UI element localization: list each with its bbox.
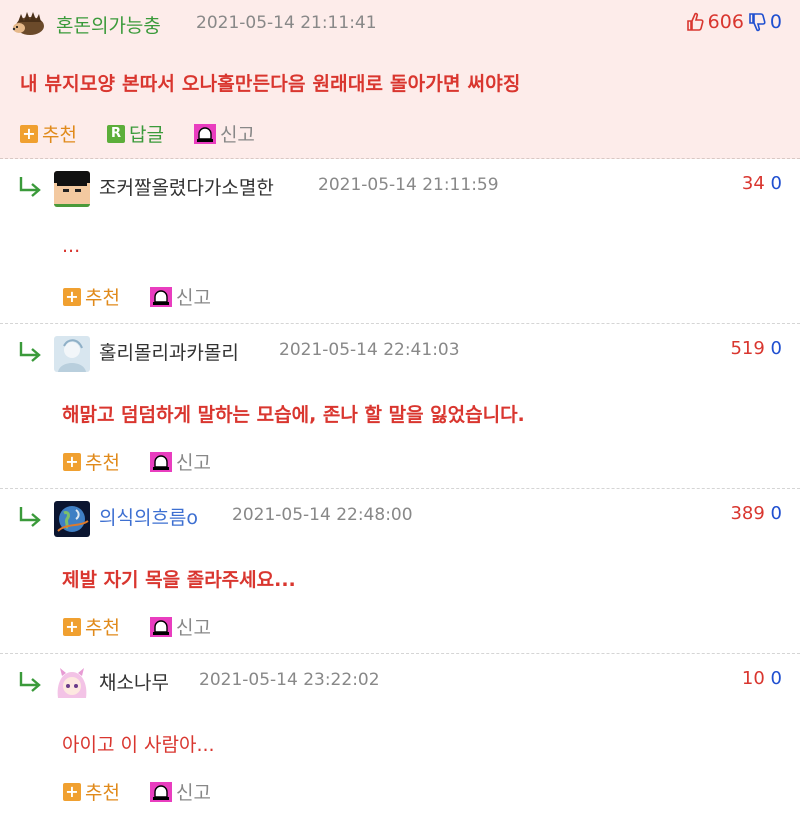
- comment-timestamp: 2021-05-14 22:48:00: [232, 505, 413, 525]
- report-button[interactable]: 신고: [149, 448, 211, 475]
- report-button[interactable]: 신고: [193, 120, 255, 147]
- comment-author[interactable]: 조커짤올렸다가소멸한: [99, 173, 274, 200]
- comment-avatar[interactable]: [54, 336, 90, 372]
- comment-author[interactable]: 홀리몰리과카몰리: [99, 338, 239, 365]
- reply-arrow-icon: [19, 342, 41, 362]
- reply-arrow-icon: [19, 177, 41, 197]
- comment-actions: + 추천 신고: [63, 778, 241, 805]
- recommend-label: 추천: [85, 452, 120, 474]
- reply-label: 답글: [128, 124, 164, 146]
- comment-downvotes: 0: [770, 668, 782, 689]
- thumbs-down-icon[interactable]: [748, 12, 766, 32]
- comment-author[interactable]: 채소나무: [99, 668, 169, 695]
- siren-icon: [149, 616, 172, 637]
- post-actions: + 추천 R 답글 신고: [20, 120, 285, 147]
- comment-timestamp: 2021-05-14 21:11:59: [318, 175, 499, 195]
- post-header: 혼돈의가능충 2021-05-14 21:11:41 606 0: [0, 0, 800, 44]
- post-downvote-count: 0: [769, 11, 782, 33]
- comment-downvotes: 0: [770, 173, 782, 194]
- reply-arrow-icon: [19, 672, 41, 692]
- plus-icon: +: [20, 124, 38, 143]
- post-upvote-count: 606: [707, 11, 744, 33]
- siren-icon: [149, 451, 172, 472]
- comment: 의식의흐름o 2021-05-14 22:48:00 389 0 제발 자기 목…: [0, 489, 800, 654]
- original-post: 혼돈의가능충 2021-05-14 21:11:41 606 0 내 뷰지모양 …: [0, 0, 800, 159]
- comment-votes: 519 0: [730, 338, 782, 359]
- comment-body: 아이고 이 사람아...: [62, 734, 215, 756]
- siren-icon: [149, 286, 172, 307]
- post-author[interactable]: 혼돈의가능충: [56, 11, 161, 38]
- recommend-label: 추천: [85, 782, 120, 804]
- comment-votes: 389 0: [730, 503, 782, 524]
- recommend-label: 추천: [85, 617, 120, 639]
- comment-actions: + 추천 신고: [63, 283, 241, 310]
- recommend-button[interactable]: + 추천: [63, 283, 120, 310]
- reply-button[interactable]: R 답글: [106, 120, 164, 147]
- plus-icon: +: [63, 287, 81, 306]
- reply-icon: R: [106, 124, 125, 143]
- report-button[interactable]: 신고: [149, 613, 211, 640]
- post-timestamp: 2021-05-14 21:11:41: [196, 13, 377, 33]
- earth-avatar: [54, 501, 90, 537]
- plus-icon: +: [63, 782, 81, 801]
- comment-actions: + 추천 신고: [63, 613, 241, 640]
- comment-body: 제발 자기 목을 졸라주세요...: [62, 569, 296, 591]
- light-blue-avatar: [54, 336, 90, 372]
- plus-icon: +: [63, 617, 81, 636]
- anime-girl-avatar: [54, 666, 90, 702]
- comment-actions: + 추천 신고: [63, 448, 241, 475]
- comment-timestamp: 2021-05-14 23:22:02: [199, 670, 380, 690]
- recommend-button[interactable]: + 추천: [63, 448, 120, 475]
- recommend-button[interactable]: + 추천: [63, 778, 120, 805]
- comment-body: 해맑고 덤덤하게 말하는 모습에, 존나 할 말을 잃었습니다.: [62, 404, 525, 426]
- post-votes: 606 0: [686, 11, 782, 33]
- comment-votes: 34 0: [742, 173, 782, 194]
- comment: 조커짤올렸다가소멸한 2021-05-14 21:11:59 34 0 ... …: [0, 159, 800, 324]
- pixel-face-avatar: [54, 171, 90, 207]
- post-body: 내 뷰지모양 본따서 오나홀만든다음 원래대로 돌아가면 써야징: [20, 73, 521, 95]
- comment-upvotes: 10: [741, 668, 765, 689]
- comment-downvotes: 0: [770, 503, 782, 524]
- comment-upvotes: 389: [730, 503, 765, 524]
- report-button[interactable]: 신고: [149, 283, 211, 310]
- siren-icon: [149, 781, 172, 802]
- recommend-button[interactable]: + 추천: [63, 613, 120, 640]
- comment-body: ...: [62, 235, 81, 257]
- comment-author[interactable]: 의식의흐름o: [99, 503, 198, 530]
- comment-avatar[interactable]: [54, 666, 90, 702]
- report-button[interactable]: 신고: [149, 778, 211, 805]
- hedgehog-icon: [12, 12, 44, 35]
- comment-votes: 10 0: [742, 668, 782, 689]
- plus-icon: +: [63, 452, 81, 471]
- comment-timestamp: 2021-05-14 22:41:03: [279, 340, 460, 360]
- comment-upvotes: 519: [730, 338, 765, 359]
- comment: 채소나무 2021-05-14 23:22:02 10 0 아이고 이 사람아.…: [0, 654, 800, 818]
- report-label: 신고: [175, 452, 211, 474]
- comment-upvotes: 34: [741, 173, 765, 194]
- report-label: 신고: [219, 124, 255, 146]
- thumbs-up-icon[interactable]: [686, 12, 704, 32]
- reply-arrow-icon: [19, 507, 41, 527]
- comment: 홀리몰리과카몰리 2021-05-14 22:41:03 519 0 해맑고 덤…: [0, 324, 800, 489]
- comment-avatar[interactable]: [54, 501, 90, 537]
- report-label: 신고: [175, 617, 211, 639]
- recommend-button[interactable]: + 추천: [20, 120, 77, 147]
- recommend-label: 추천: [42, 124, 77, 146]
- report-label: 신고: [175, 782, 211, 804]
- recommend-label: 추천: [85, 287, 120, 309]
- comment-downvotes: 0: [770, 338, 782, 359]
- report-label: 신고: [175, 287, 211, 309]
- siren-icon: [193, 123, 216, 144]
- comment-avatar[interactable]: [54, 171, 90, 207]
